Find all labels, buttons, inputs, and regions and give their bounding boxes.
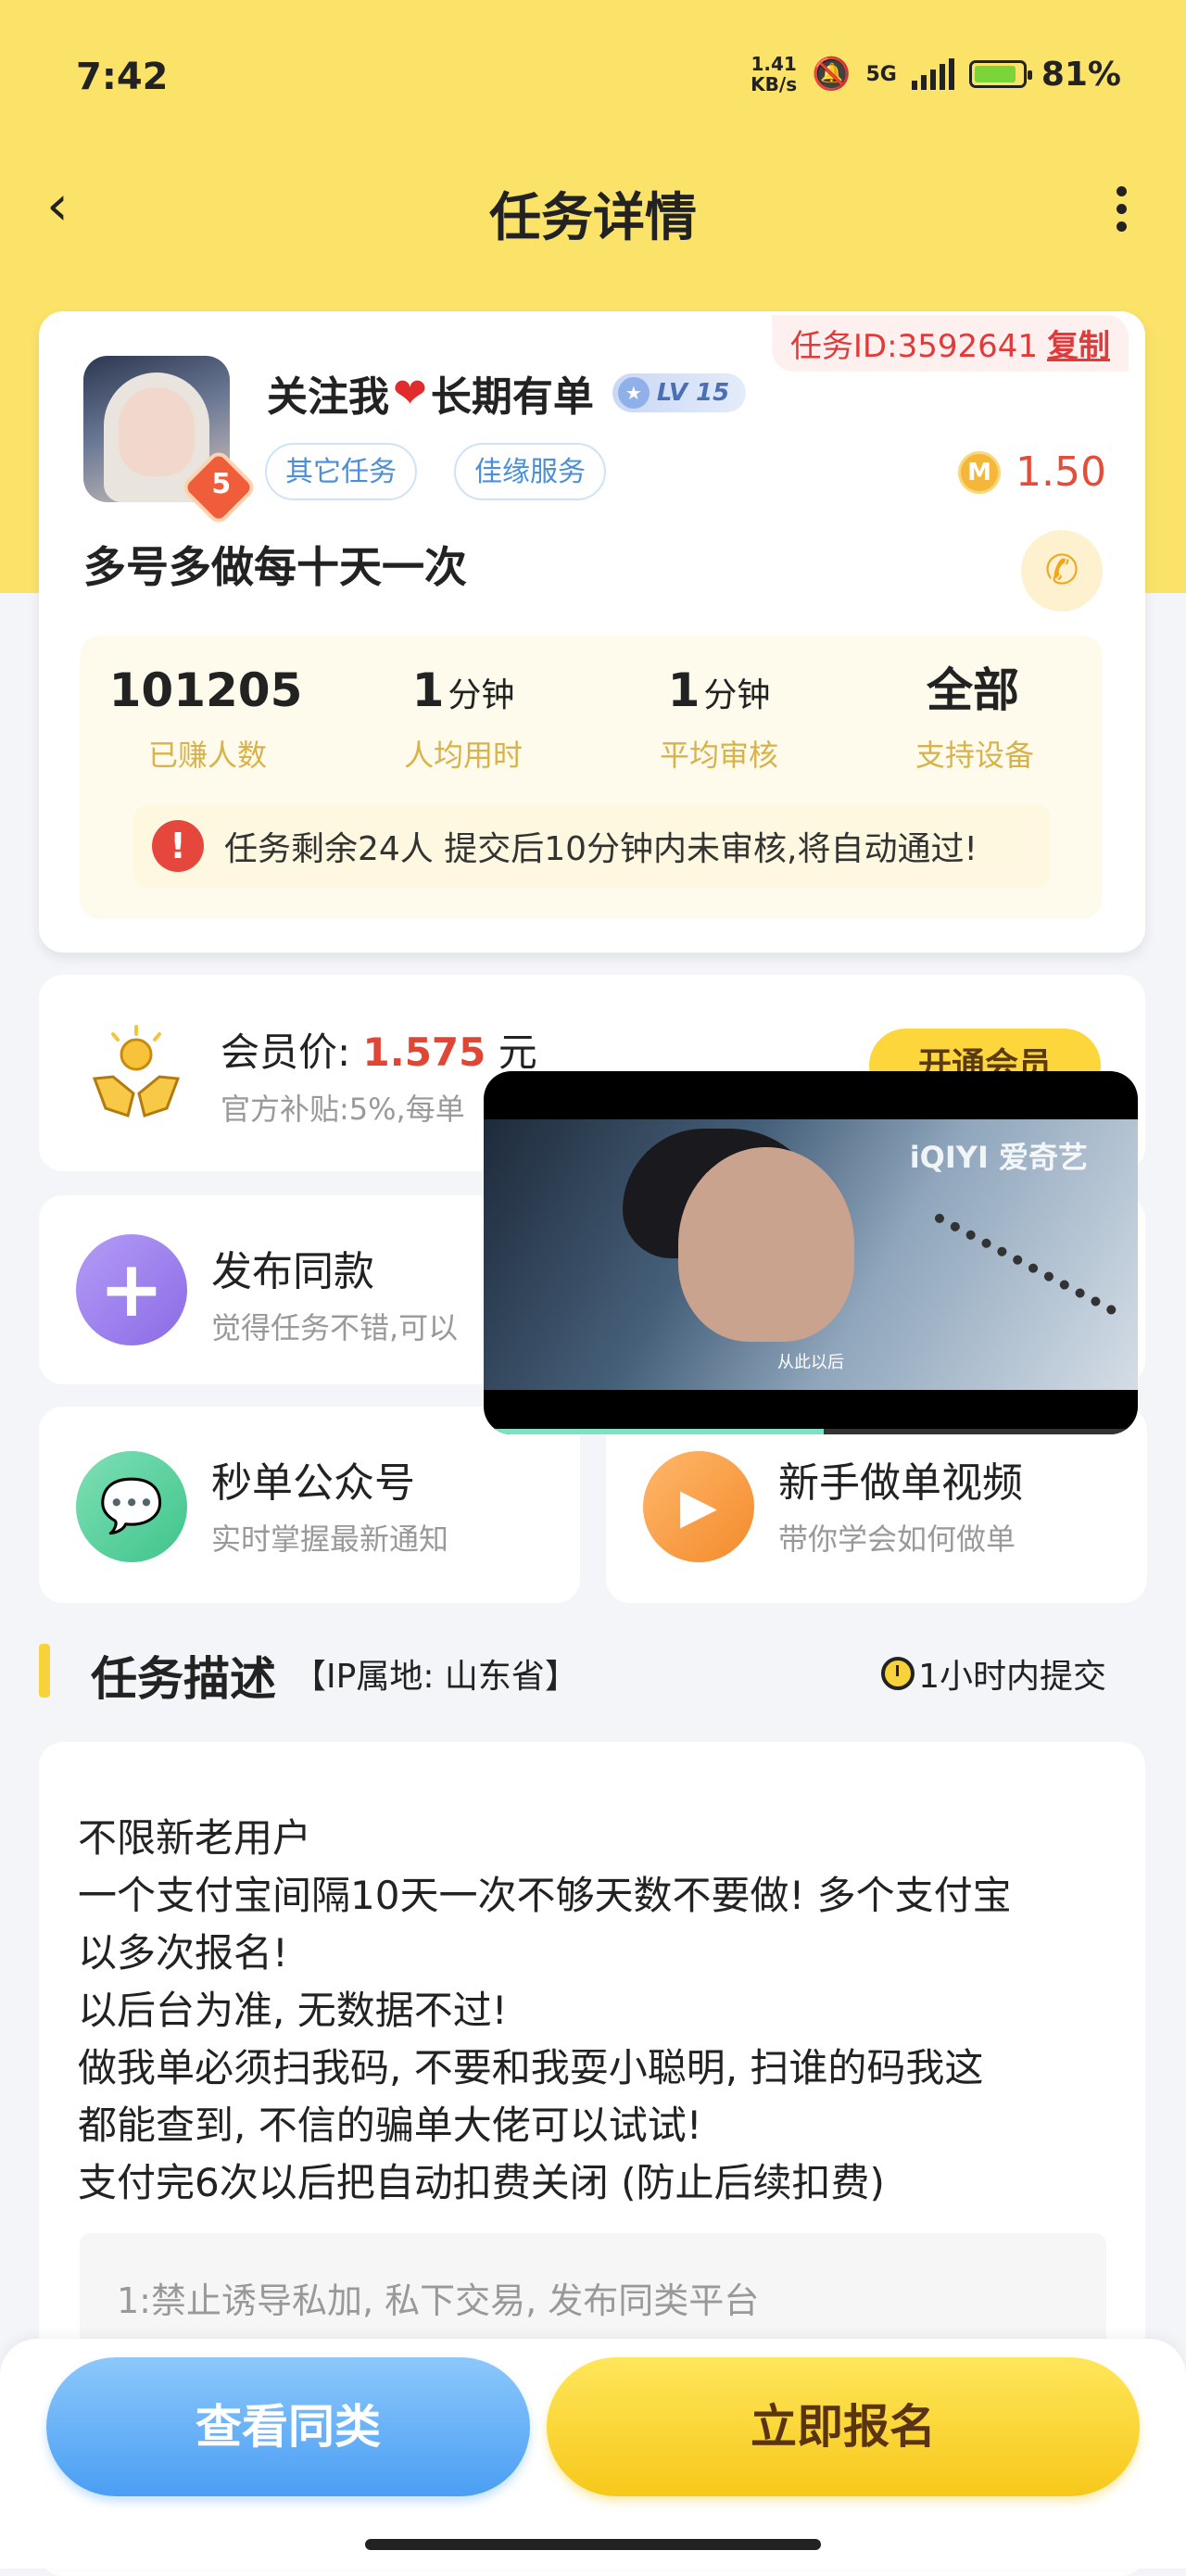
publish-sub: 觉得任务不错,可以 xyxy=(211,1310,459,1345)
tutorial-video-card[interactable]: ▶ 新手做单视频 带你学会如何做单 xyxy=(606,1407,1147,1603)
description-header: 任务描述 【IP属地: 山东省】 1小时内提交 xyxy=(39,1638,1145,1706)
ip-location: 【IP属地: 山东省】 xyxy=(293,1658,578,1696)
desc-line: 做我单必须扫我码, 不要和我耍小聪明, 扫谁的码我这 xyxy=(78,2045,984,2090)
bottom-action-bar: 查看同类 立即报名 xyxy=(0,2339,1186,2569)
clock-icon xyxy=(881,1657,915,1690)
wechat-official-account-card[interactable]: 💬 秒单公众号 实时掌握最新通知 xyxy=(39,1407,580,1603)
wechat-title: 秒单公众号 xyxy=(211,1459,415,1507)
nav-bar: ‹ 任务详情 xyxy=(0,158,1186,259)
desc-line: 都能查到, 不信的骗单大佬可以试试! xyxy=(78,2102,702,2148)
iqiyi-logo: iQIYI 爱奇艺 xyxy=(909,1140,1088,1175)
stat-devices: 全部 支持设备 xyxy=(915,663,1034,773)
avatar[interactable]: 5 xyxy=(83,356,259,527)
desc-line: 以多次报名! xyxy=(78,1930,288,1976)
wechat-sub: 实时掌握最新通知 xyxy=(211,1522,449,1557)
tag-other-tasks[interactable]: 其它任务 xyxy=(265,443,417,500)
medal-icon: ★ xyxy=(617,377,650,409)
signal-icon xyxy=(911,58,954,90)
task-title: 多号多做每十天一次 xyxy=(83,542,467,592)
page-title: 任务详情 xyxy=(489,188,697,248)
task-notice: ! 任务剩余24人 提交后10分钟内未审核,将自动通过! xyxy=(133,804,1051,888)
publish-title: 发布同款 xyxy=(211,1248,374,1295)
video-sub: 带你学会如何做单 xyxy=(778,1522,1016,1557)
clock-time: 7:42 xyxy=(76,56,169,98)
view-similar-button[interactable]: 查看同类 xyxy=(46,2357,530,2496)
heart-icon: ❤ xyxy=(393,369,427,417)
phone-icon[interactable]: ✆ xyxy=(1021,530,1103,612)
video-icon: ▶ xyxy=(643,1451,754,1562)
publisher-name: 关注我 ❤ 长期有单 ★ LV 15 xyxy=(267,363,747,423)
desc-line: 不限新老用户 xyxy=(78,1815,312,1861)
stat-earned-count: 101205 已赚人数 xyxy=(108,663,303,773)
status-icons: 1.41 KB/s 🔕 5G 81% xyxy=(751,54,1121,95)
wechat-icon: 💬 xyxy=(76,1451,187,1562)
apply-now-button[interactable]: 立即报名 xyxy=(547,2357,1140,2496)
section-title: 任务描述 xyxy=(91,1652,276,1706)
stat-avg-time: 1 分钟 人均用时 xyxy=(403,663,523,773)
network-type: 5G xyxy=(865,62,897,86)
rule-text: 1:禁止诱导私加, 私下交易, 发布同类平台 xyxy=(117,2280,760,2321)
tag-jiayuan-service[interactable]: 佳缘服务 xyxy=(454,443,606,500)
copy-id-button[interactable]: 复制 xyxy=(1047,328,1110,365)
network-speed: 1.41 KB/s xyxy=(751,53,798,95)
member-subsidy: 官方补贴:5%,每单 xyxy=(221,1092,465,1127)
task-id-badge: 任务ID:3592641 复制 xyxy=(771,315,1129,372)
task-summary-card: 任务ID:3592641 复制 5 关注我 ❤ 长期有单 ★ LV 15 其它任务… xyxy=(39,311,1145,953)
desc-line: 一个支付宝间隔10天一次不够天数不要做! 多个支付宝 xyxy=(78,1873,1012,1918)
bell-muted-icon: 🔕 xyxy=(812,56,852,93)
battery-percent: 81% xyxy=(1041,55,1121,94)
home-indicator[interactable] xyxy=(365,2539,821,2550)
stat-avg-review: 1 分钟 平均审核 xyxy=(659,663,778,773)
video-subtitle: 从此以后 xyxy=(777,1353,844,1372)
desc-line: 以后台为准, 无数据不过! xyxy=(78,1988,508,2033)
task-stats: 101205 已赚人数 1 分钟 人均用时 1 分钟 平均审核 全部 支持设备 ! … xyxy=(80,636,1103,919)
video-progress-bar[interactable] xyxy=(484,1429,1138,1434)
member-price: 会员价: 1.575 元 xyxy=(221,1029,537,1075)
coin-icon: M xyxy=(958,450,1002,494)
deadline: 1小时内提交 xyxy=(881,1649,1106,1698)
plus-icon: + xyxy=(76,1234,187,1345)
task-id: 任务ID:3592641 xyxy=(789,328,1038,365)
desc-line: 支付完6次以后把自动扣费关闭 (防止后续扣费) xyxy=(78,2160,885,2205)
reward-amount: 1.50 xyxy=(1016,448,1106,496)
floating-video-player[interactable]: iQIYI 爱奇艺 从此以后 xyxy=(484,1071,1138,1434)
video-title: 新手做单视频 xyxy=(778,1459,1023,1507)
warning-icon: ! xyxy=(152,820,204,872)
battery-icon xyxy=(968,60,1032,88)
level-badge: ★ LV 15 xyxy=(612,373,747,412)
task-reward: M 1.50 xyxy=(958,448,1106,496)
status-bar: 7:42 1.41 KB/s 🔕 5G 81% xyxy=(0,0,1186,158)
video-frame[interactable]: iQIYI 爱奇艺 从此以后 xyxy=(484,1119,1138,1390)
hands-coin-icon xyxy=(92,1025,181,1118)
more-vertical-icon[interactable] xyxy=(1103,176,1140,241)
